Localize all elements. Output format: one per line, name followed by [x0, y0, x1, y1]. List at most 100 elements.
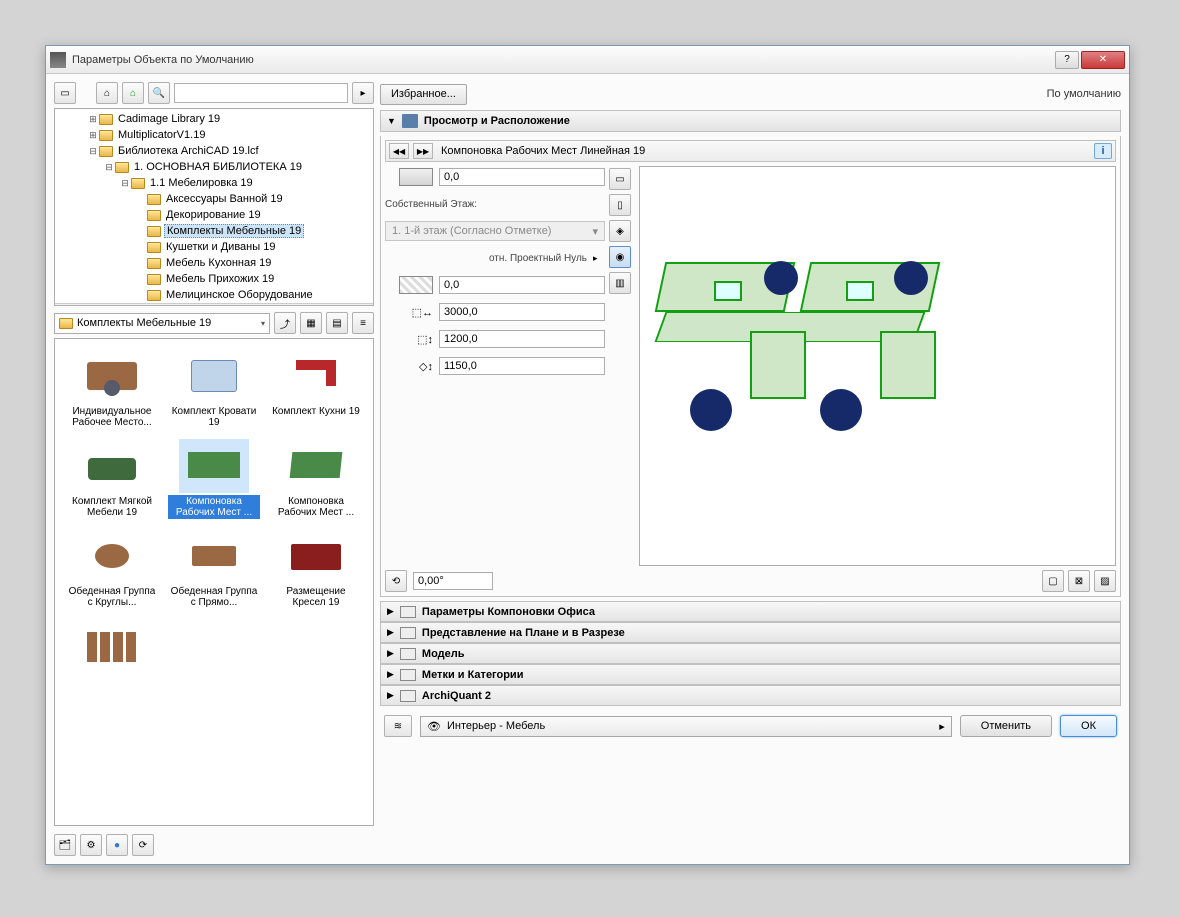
- prev-object-button[interactable]: ◀◀: [389, 143, 409, 159]
- titlebar: Параметры Объекта по Умолчанию ? ✕: [46, 46, 1129, 74]
- web-library-icon[interactable]: ●: [106, 834, 128, 856]
- dim-z-icon: ◇↕: [419, 360, 433, 373]
- view-list-icon[interactable]: ≡: [352, 312, 374, 334]
- thumbnail-item[interactable]: Компоновка Рабочих Мест ...: [165, 437, 263, 521]
- thumbnail-label: Комплект Кровати 19: [168, 405, 260, 429]
- thumbnail-item[interactable]: Компоновка Рабочих Мест ...: [267, 437, 365, 521]
- tree-node[interactable]: ⊟1.1 Мебелировка 19: [55, 175, 373, 191]
- view-plan-button[interactable]: ▭: [609, 168, 631, 190]
- view-side-button[interactable]: ◈: [609, 220, 631, 242]
- view-small-icons[interactable]: ▤: [326, 312, 348, 334]
- tree-node[interactable]: ⊞Cadimage Library 19: [55, 111, 373, 127]
- collapsed-section[interactable]: ▶Представление на Плане и в Разрезе: [380, 622, 1121, 643]
- folder-icon: [99, 114, 113, 125]
- tree-node[interactable]: Аксессуары Ванной 19: [55, 191, 373, 207]
- link-icon[interactable]: ▸: [593, 253, 605, 264]
- search-input[interactable]: [174, 83, 348, 103]
- tree-node-label: Мебель Кухонная 19: [164, 257, 273, 269]
- collapsed-section-title: Метки и Категории: [422, 669, 524, 681]
- tree-node[interactable]: ⊟Библиотека ArchiCAD 19.lcf: [55, 143, 373, 159]
- mirror-y-icon[interactable]: ▨: [1094, 570, 1116, 592]
- tree-node[interactable]: Мебель Прихожих 19: [55, 271, 373, 287]
- library-filter-green-icon[interactable]: ⌂: [122, 82, 144, 104]
- collapsed-section-title: ArchiQuant 2: [422, 690, 491, 702]
- search-icon[interactable]: 🔍: [148, 82, 170, 104]
- bottom-elev-input[interactable]: [439, 276, 605, 294]
- view-mode-toggle[interactable]: ▭: [54, 82, 76, 104]
- view-large-icons[interactable]: ▦: [300, 312, 322, 334]
- library-filter-icon[interactable]: ⌂: [96, 82, 118, 104]
- tree-node[interactable]: Декорирование 19: [55, 207, 373, 223]
- expand-arrow-icon: ▶: [387, 627, 394, 638]
- section-preview-title: Просмотр и Расположение: [424, 115, 570, 127]
- library-manager-icon[interactable]: 🗂: [54, 834, 76, 856]
- library-settings-icon[interactable]: ⚙: [80, 834, 102, 856]
- library-tree[interactable]: ⊞Cadimage Library 19⊞MultiplicatorV1.19⊟…: [54, 108, 374, 306]
- thumbnail-image: [179, 439, 249, 493]
- thumbnail-item[interactable]: Комплект Кровати 19: [165, 347, 263, 431]
- dim-y-input[interactable]: [439, 330, 605, 348]
- section-icon: [400, 606, 416, 618]
- tree-node[interactable]: ⊞MultiplicatorV1.19: [55, 127, 373, 143]
- thumbnail-item[interactable]: Размещение Кресел 19: [267, 527, 365, 611]
- reload-library-icon[interactable]: ⟳: [132, 834, 154, 856]
- view-3d-button[interactable]: ◉: [609, 246, 631, 268]
- tree-node[interactable]: Мебель Кухонная 19: [55, 255, 373, 271]
- thumbnail-item[interactable]: [63, 617, 161, 679]
- folder-dropdown[interactable]: Комплекты Мебельные 19 ▾: [54, 313, 270, 334]
- next-object-button[interactable]: ▶▶: [413, 143, 433, 159]
- relative-label: отн. Проектный Нуль: [489, 253, 587, 264]
- thumbnail-label: Размещение Кресел 19: [270, 585, 362, 609]
- angle-icon[interactable]: ⟲: [385, 570, 407, 592]
- info-button[interactable]: i: [1094, 143, 1112, 159]
- thumbnail-item[interactable]: Комплект Кухни 19: [267, 347, 365, 431]
- tree-expander-icon[interactable]: ⊞: [87, 130, 99, 141]
- expand-arrow-icon: ▶: [387, 606, 394, 617]
- collapsed-section[interactable]: ▶Метки и Категории: [380, 664, 1121, 685]
- tree-expander-icon[interactable]: ⊟: [103, 162, 115, 173]
- thumbnail-item[interactable]: Обеденная Группа с Прямо...: [165, 527, 263, 611]
- mirror-x-icon[interactable]: ⊠: [1068, 570, 1090, 592]
- thumbnail-item[interactable]: Комплект Мягкой Мебели 19: [63, 437, 161, 521]
- own-story-label: Собственный Этаж:: [385, 199, 477, 210]
- thumbnail-item[interactable]: Обеденная Группа с Круглы...: [63, 527, 161, 611]
- tree-node[interactable]: ⊟1. ОСНОВНАЯ БИБЛИОТЕКА 19: [55, 159, 373, 175]
- thumbnail-pane[interactable]: Индивидуальное Рабочее Место...Комплект …: [54, 338, 374, 826]
- angle-input[interactable]: [413, 572, 493, 590]
- view-list-button[interactable]: ▥: [609, 272, 631, 294]
- mirror-none-icon[interactable]: ▢: [1042, 570, 1064, 592]
- tree-horizontal-scrollbar[interactable]: ◂▸: [55, 303, 373, 306]
- tree-expander-icon[interactable]: ⊟: [119, 178, 131, 189]
- search-go-icon[interactable]: ▸: [352, 82, 374, 104]
- dim-x-input[interactable]: [439, 303, 605, 321]
- tree-node[interactable]: Комплекты Мебельные 19: [55, 223, 373, 239]
- favorites-button[interactable]: Избранное...: [380, 84, 467, 105]
- elevation-icon: [399, 168, 433, 186]
- ok-button[interactable]: ОК: [1060, 715, 1117, 737]
- view-front-button[interactable]: ▯: [609, 194, 631, 216]
- collapsed-section[interactable]: ▶Модель: [380, 643, 1121, 664]
- thumbnail-item[interactable]: Индивидуальное Рабочее Место...: [63, 347, 161, 431]
- tree-expander-icon[interactable]: ⊟: [87, 146, 99, 157]
- tree-node[interactable]: Мелицинское Оборудование: [55, 287, 373, 303]
- tree-node-label: Кушетки и Диваны 19: [164, 241, 277, 253]
- up-folder-icon[interactable]: ⤴: [274, 312, 296, 334]
- collapsed-section[interactable]: ▶ArchiQuant 2: [380, 685, 1121, 706]
- tree-node-label: Мелицинское Оборудование: [164, 289, 315, 301]
- folder-dropdown-label: Комплекты Мебельные 19: [77, 317, 257, 329]
- layer-dropdown[interactable]: 👁 Интерьер - Мебель ▸: [420, 716, 952, 737]
- tree-expander-icon[interactable]: ⊞: [87, 114, 99, 125]
- layer-name: Интерьер - Мебель: [447, 720, 933, 732]
- dialog-window: Параметры Объекта по Умолчанию ? ✕ ▭ ⌂ ⌂…: [45, 45, 1130, 865]
- close-button[interactable]: ✕: [1081, 51, 1125, 69]
- cancel-button[interactable]: Отменить: [960, 715, 1052, 737]
- section-preview-header[interactable]: ▼ Просмотр и Расположение: [380, 110, 1121, 132]
- folder-icon: [147, 258, 161, 269]
- help-button[interactable]: ?: [1055, 51, 1079, 69]
- dim-z-input[interactable]: [439, 357, 605, 375]
- elevation-input[interactable]: [439, 168, 605, 186]
- collapsed-section[interactable]: ▶Параметры Компоновки Офиса: [380, 601, 1121, 622]
- tree-node[interactable]: Кушетки и Диваны 19: [55, 239, 373, 255]
- thumbnail-label: Обеденная Группа с Прямо...: [168, 585, 260, 609]
- preview-3d-canvas[interactable]: [639, 166, 1116, 566]
